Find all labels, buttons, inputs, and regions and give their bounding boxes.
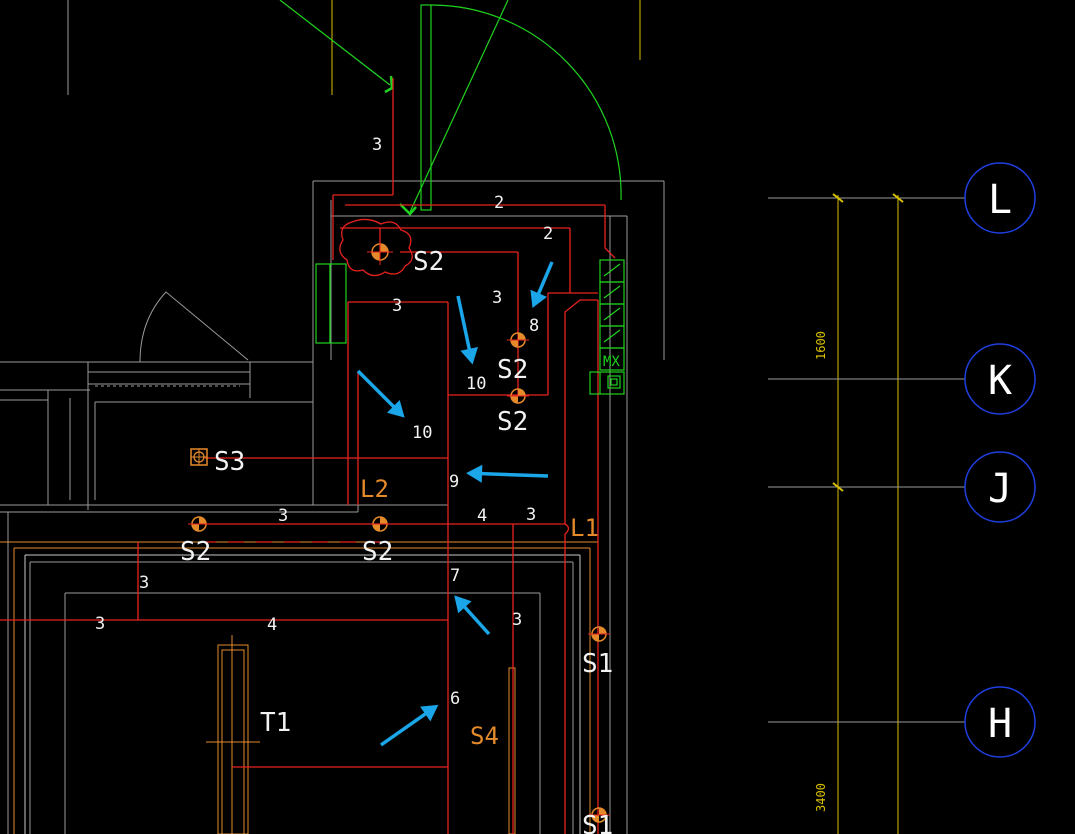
axis-label-h: H bbox=[988, 701, 1012, 747]
fixture-tag: S2 bbox=[413, 247, 444, 277]
wire-count: 3 bbox=[139, 573, 149, 593]
fixture-tag: S3 bbox=[214, 447, 245, 477]
wire-count: 3 bbox=[95, 614, 105, 634]
wire-count: 3 bbox=[392, 296, 402, 316]
wire-count: 10 bbox=[466, 374, 486, 394]
wire-count: 3 bbox=[512, 610, 522, 630]
dimension-upper: 1600 bbox=[814, 331, 828, 360]
fixture-tag: S2 bbox=[362, 537, 393, 567]
fixture-tag: L2 bbox=[360, 475, 389, 503]
wire-count: 4 bbox=[477, 506, 487, 526]
panel-mx-label: MX bbox=[603, 354, 620, 370]
wire-count: 3 bbox=[492, 288, 502, 308]
wire-count: 2 bbox=[543, 224, 553, 244]
wire-count: 3 bbox=[526, 505, 536, 525]
axis-label-k: K bbox=[988, 358, 1012, 404]
fixture-tag: S1 bbox=[582, 811, 613, 834]
wire-count: 7 bbox=[450, 566, 460, 586]
canvas-background bbox=[0, 0, 1075, 834]
fixture-tag: S2 bbox=[180, 537, 211, 567]
fixture-tag: S1 bbox=[582, 649, 613, 679]
wire-count: 6 bbox=[450, 689, 460, 709]
fixture-tag: S2 bbox=[497, 407, 528, 437]
wire-count: 9 bbox=[449, 472, 459, 492]
axis-label-l: L bbox=[988, 177, 1012, 223]
axis-label-j: J bbox=[988, 466, 1012, 512]
wire-count: 8 bbox=[529, 316, 539, 336]
wire-count: 4 bbox=[267, 615, 277, 635]
fixture-tag: S2 bbox=[497, 355, 528, 385]
wire-count: 3 bbox=[278, 506, 288, 526]
fixture-tag: L1 bbox=[570, 514, 599, 542]
cad-drawing: MX L K J H 1600 3400 3 2 2 3 3 8 10 10 9… bbox=[0, 0, 1075, 834]
wire-count: 2 bbox=[494, 193, 504, 213]
dimension-lower: 3400 bbox=[814, 783, 828, 812]
wire-count: 3 bbox=[372, 135, 382, 155]
fixture-tag: S4 bbox=[470, 722, 499, 750]
wire-count: 10 bbox=[412, 423, 432, 443]
fixture-tag: T1 bbox=[260, 708, 291, 738]
